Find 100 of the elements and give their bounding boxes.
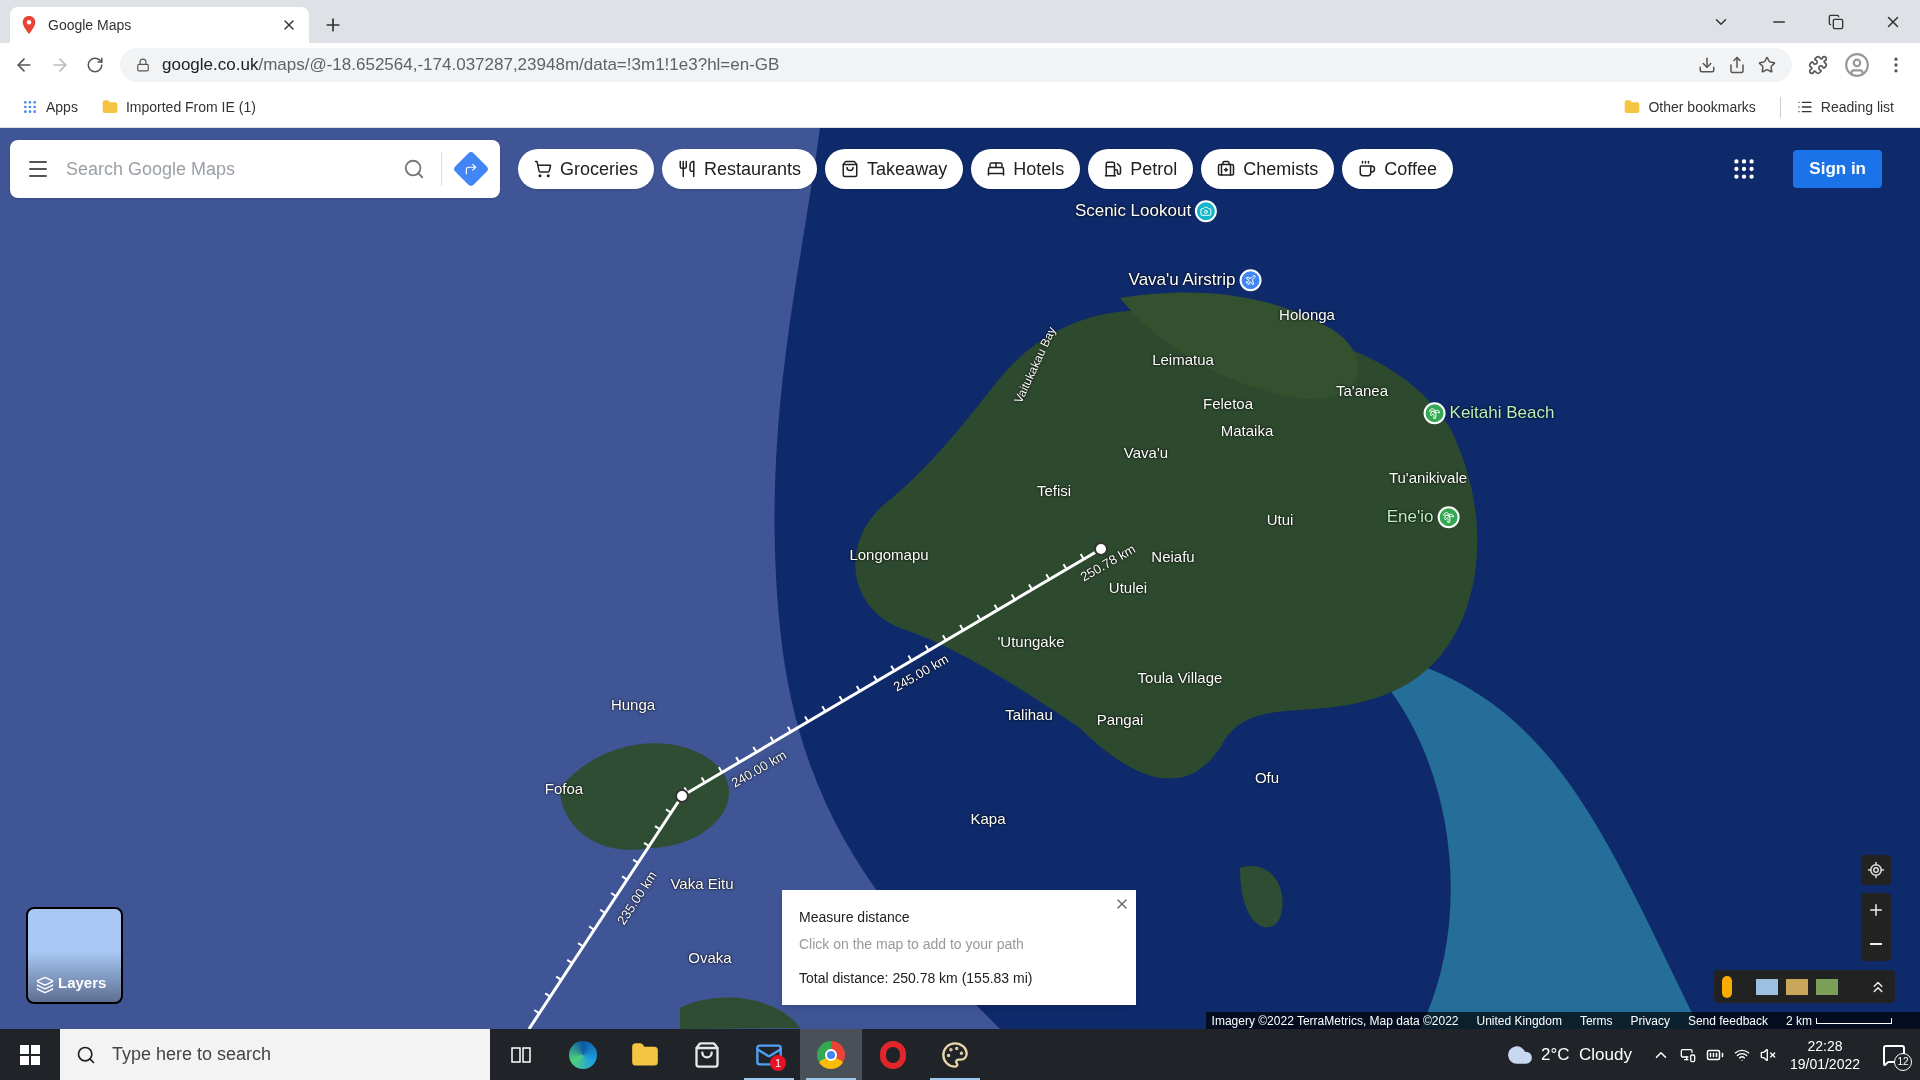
palette-icon (941, 1040, 969, 1069)
lock-icon (136, 58, 150, 72)
folder-icon (101, 99, 118, 115)
poi-label[interactable]: Vava'u Airstrip (1128, 267, 1236, 293)
card-hint: Click on the map to add to your path (799, 935, 1025, 954)
taskbar-app[interactable]: 1 (738, 1029, 800, 1080)
folder-icon (1624, 99, 1641, 115)
place-label: Vaka Eitu (670, 873, 734, 894)
category-chip[interactable]: Restaurants (662, 149, 818, 189)
devices-icon[interactable] (1679, 1046, 1696, 1063)
card-title: Measure distance (799, 908, 911, 927)
search-box[interactable]: Search Google Maps (10, 140, 500, 198)
place-label: Leimatua (1152, 349, 1214, 370)
category-chip[interactable]: Chemists (1201, 149, 1335, 189)
pegman-icon[interactable] (1722, 975, 1732, 998)
plus-icon (1867, 901, 1885, 919)
tab-title: Google Maps (48, 15, 133, 35)
place-label: Toula Village (1137, 667, 1223, 688)
puzzle-icon[interactable] (1808, 55, 1828, 75)
place-label: Longomapu (849, 544, 929, 565)
place-label: 'Utungake (997, 631, 1065, 652)
minus-icon (1870, 943, 1882, 945)
browser-tab[interactable]: Google Maps (10, 7, 309, 43)
crosshair-icon (1867, 861, 1885, 879)
total-distance: Total distance: 250.78 km (155.83 mi) (799, 969, 1034, 988)
bookmark-item[interactable]: Apps (18, 96, 82, 118)
poi-label[interactable]: Keitahi Beach (1449, 400, 1555, 426)
map-pin-icon (22, 16, 36, 34)
category-chip[interactable]: Takeaway (825, 149, 964, 189)
bed-icon (987, 160, 1006, 178)
my-location-button[interactable] (1861, 855, 1891, 885)
place-label: Feletoa (1203, 393, 1253, 414)
star-icon[interactable] (1758, 56, 1776, 74)
notification-badge: 1 (770, 1055, 786, 1071)
cutlery-icon (678, 160, 697, 178)
search-field[interactable]: Search Google Maps (66, 155, 387, 183)
search-icon[interactable] (403, 158, 425, 180)
place-label: Kapa (970, 808, 1006, 829)
place-label: Pangai (1096, 709, 1144, 730)
shopping-bag-icon (693, 1040, 721, 1069)
search-icon (76, 1044, 96, 1065)
footer-link[interactable]: Send feedback (1687, 1011, 1768, 1029)
clock[interactable]: 22:28 19/01/2022 (1789, 1036, 1860, 1073)
place-label: Ta'anea (1335, 380, 1389, 401)
notification-count: 12 (1894, 1052, 1912, 1071)
poi-label[interactable]: Ene'io (1386, 504, 1434, 530)
footer-link[interactable]: United Kingdom (1476, 1011, 1562, 1029)
cup-icon (1358, 160, 1377, 178)
bookmark-item[interactable]: Imported From IE (1) (97, 96, 260, 118)
category-chip[interactable]: Petrol (1088, 149, 1194, 189)
apps-grid-icon (22, 99, 38, 115)
taskbar-search-field[interactable]: Type here to search (60, 1029, 490, 1080)
place-label: Tu'anikivale (1388, 467, 1468, 488)
download-icon[interactable] (1698, 56, 1716, 74)
bag-icon (841, 160, 860, 178)
place-label: Utulei (1108, 578, 1148, 598)
search-placeholder: Type here to search (112, 1043, 272, 1066)
sign-in-button[interactable]: Sign in (1793, 150, 1882, 188)
medical-case-icon (1217, 160, 1236, 178)
place-label: Talihau (1005, 704, 1053, 725)
place-label: Holonga (1279, 304, 1335, 325)
category-chip[interactable]: Groceries (518, 149, 655, 189)
restore-icon[interactable] (1828, 13, 1844, 30)
profile-icon[interactable] (1844, 52, 1870, 78)
address-bar[interactable]: google.co.uk/maps/@-18.652564,-174.037287,23948m/data=!3m1!1e3?hl=en-GB (120, 48, 1792, 82)
share-icon[interactable] (1728, 56, 1746, 74)
footer-link[interactable]: Privacy (1630, 1011, 1670, 1029)
place-label: Ofu (1254, 767, 1280, 788)
bookmark-item[interactable]: Reading list (1779, 96, 1902, 118)
place-label: Fofoa (544, 778, 584, 799)
url-text: google.co.uk/maps/@-18.652564,-174.037287,23948m/data=!3m1!1e3?hl=en-GB (162, 54, 780, 77)
bookmark-item[interactable]: Other bookmarks (1616, 96, 1764, 118)
layers-icon (36, 976, 54, 994)
cart-icon (534, 160, 552, 178)
place-label: Ovaka (688, 947, 732, 968)
map-thumbnail[interactable] (1786, 978, 1808, 995)
category-chip[interactable]: Coffee (1342, 149, 1453, 189)
folder-icon (631, 1040, 659, 1069)
mute-icon[interactable] (1759, 1046, 1776, 1063)
swirl-logo-icon (569, 1040, 597, 1069)
place-label: Hunga (610, 694, 656, 715)
place-label: Tefisi (1036, 480, 1072, 501)
reload-icon[interactable] (86, 56, 104, 74)
attribution-text: Imagery ©2022 TerraMetrics, Map data ©2022 (1211, 1012, 1459, 1029)
poi-label[interactable]: Scenic Lookout (1074, 198, 1192, 224)
list-icon (1796, 99, 1813, 115)
windows-logo-icon[interactable] (20, 1044, 40, 1065)
ring-logo-icon (817, 1040, 845, 1069)
ring-logo-icon (880, 1040, 906, 1069)
place-label: Neiafu (1151, 546, 1195, 567)
weather-text[interactable]: 2°C Cloudy (1541, 1041, 1632, 1068)
place-label: Vava'u (1123, 442, 1169, 463)
scale-label: 2 km (1786, 1012, 1812, 1029)
notifications-icon[interactable] (1882, 1042, 1906, 1067)
map-thumbnail[interactable] (1756, 978, 1778, 995)
fuel-pump-icon (1104, 160, 1123, 178)
category-chip[interactable]: Hotels (971, 149, 1081, 189)
place-label: Mataika (1220, 420, 1274, 441)
footer-link[interactable]: Terms (1579, 1011, 1613, 1029)
map-thumbnail[interactable] (1816, 978, 1838, 995)
